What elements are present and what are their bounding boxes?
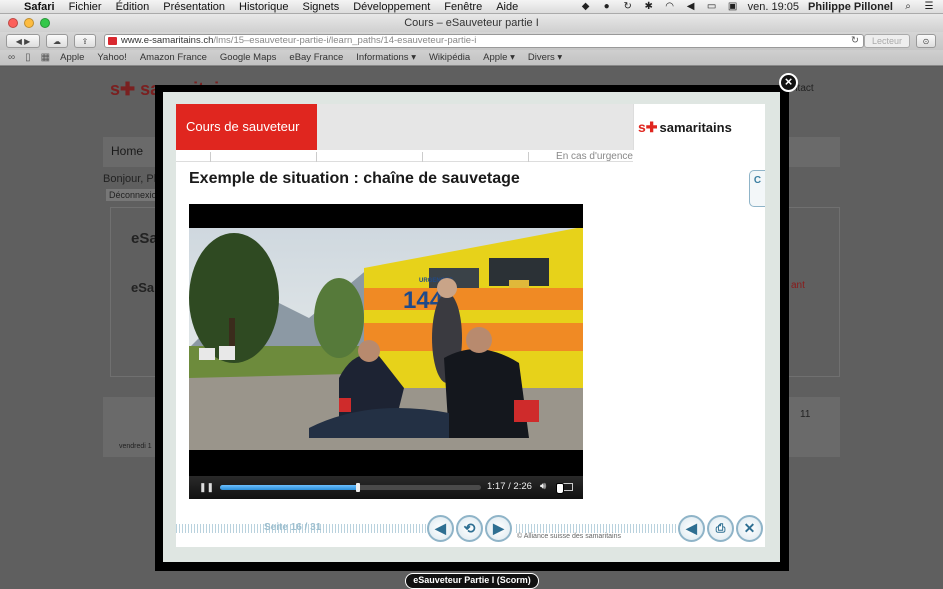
icloud-tabs-button[interactable]: ☁ — [46, 34, 68, 48]
sound-button[interactable]: ◀ — [678, 515, 705, 542]
bg-red-link: ant — [791, 280, 805, 291]
sync-icon[interactable]: ↻ — [622, 2, 634, 12]
minimize-window-button[interactable] — [24, 18, 34, 28]
growl-icon[interactable]: ● — [601, 2, 613, 12]
bookmark-item[interactable]: Informations ▾ — [356, 52, 416, 63]
back-forward-buttons[interactable]: ◀ ▶ — [6, 34, 40, 48]
window-title: Cours – eSauveteur partie I — [404, 17, 539, 29]
bookmark-item[interactable]: Wikipédia — [429, 52, 470, 63]
slide-title: Exemple de situation : chaîne de sauveta… — [189, 170, 520, 187]
scorm-tab[interactable]: eSauveteur Partie I (Scorm) — [405, 573, 539, 589]
volume-menu-icon[interactable]: ◀ — [685, 2, 697, 12]
bg-section-title: eSa — [131, 280, 155, 295]
copyright-text: © Alliance suisse des samaritains — [517, 533, 621, 540]
volume-icon[interactable]: 🔊︎ — [540, 481, 546, 492]
bookmark-item[interactable]: Divers ▾ — [528, 52, 562, 63]
battery-icon[interactable]: ▭ — [706, 2, 718, 12]
menu-edition[interactable]: Édition — [116, 1, 150, 13]
wifi-icon[interactable]: ◠ — [664, 2, 676, 12]
samaritains-mark-icon: s✚ — [638, 118, 658, 135]
address-bar[interactable]: www.e-samaritains.ch/lms/15–esauveteur-p… — [104, 34, 864, 48]
video-time-separator: / — [508, 481, 511, 492]
flag-icon[interactable]: ▣ — [727, 2, 739, 12]
url-path: /lms/15–esauveteur-partie-i/learn_paths/… — [213, 35, 477, 46]
share-button[interactable]: ⇪ — [74, 34, 96, 48]
video-progress-fill — [220, 485, 359, 490]
bookmark-item[interactable]: Google Maps — [220, 52, 277, 63]
bookmark-item[interactable]: Apple — [60, 52, 84, 63]
bookmarks-bar: ∞ ▯ ▦ Apple Yahoo! Amazon France Google … — [0, 50, 943, 66]
bg-footer-count: 11 — [800, 409, 811, 420]
reader-button[interactable]: Lecteur — [864, 34, 910, 48]
next-page-button[interactable]: ▶︎ — [485, 515, 512, 542]
course-header-label: Cours de sauveteur — [176, 104, 317, 150]
video-progress-handle[interactable] — [356, 483, 361, 492]
nav-stripes — [516, 524, 676, 533]
course-slide: Cours de sauveteur En cas d'urgence s✚ s… — [176, 104, 765, 547]
window-titlebar: Cours – eSauveteur partie I — [0, 14, 943, 32]
bg-section-title: eSa — [131, 230, 158, 247]
samaritains-wordmark: samaritains — [659, 119, 732, 135]
menubar-user[interactable]: Philippe Pillonel — [808, 1, 893, 13]
menu-fichier[interactable]: Fichier — [69, 1, 102, 13]
video-scene-image: 144 URGENCES — [189, 228, 583, 450]
mouse-pointer — [556, 483, 564, 494]
close-window-button[interactable] — [8, 18, 18, 28]
menu-safari[interactable]: Safari — [24, 1, 55, 13]
video-duration: 2:26 — [513, 481, 532, 492]
notification-center-icon[interactable]: ☰ — [923, 2, 935, 12]
video-elapsed: 1:17 — [487, 481, 506, 492]
video-frame: 144 URGENCES — [189, 228, 583, 450]
video-player[interactable]: 144 URGENCES ❚❚ 1:17 / 2:26 🔊︎ — [189, 204, 583, 499]
pause-icon[interactable]: ❚❚ — [199, 482, 214, 492]
browser-toolbar: ◀ ▶ ☁ ⇪ www.e-samaritains.ch/lms/15–esau… — [0, 32, 943, 50]
side-panel-tab[interactable]: C — [749, 170, 765, 207]
bg-footer-date: vendredi 1 — [119, 443, 152, 450]
bookmark-item[interactable]: eBay France — [289, 52, 343, 63]
video-time: 1:17 / 2:26 — [487, 481, 532, 492]
print-button[interactable]: ⎙ — [707, 515, 734, 542]
video-progress-bar[interactable] — [220, 485, 481, 490]
menu-bar: Safari Fichier Édition Présentation Hist… — [0, 0, 943, 14]
menu-fenetre[interactable]: Fenêtre — [444, 1, 482, 13]
bookmark-item[interactable]: Yahoo! — [97, 52, 126, 63]
menu-signets[interactable]: Signets — [303, 1, 340, 13]
top-sites-icon[interactable]: ▦ — [41, 52, 50, 63]
menu-developpement[interactable]: Développement — [353, 1, 430, 13]
url-host: www.e-samaritains.ch — [121, 35, 214, 46]
exit-button[interactable]: ✕ — [736, 515, 763, 542]
menubar-clock[interactable]: ven. 19:05 — [748, 1, 799, 13]
page-counter: Seite 16 / 31 — [264, 522, 322, 533]
bluetooth-icon[interactable]: ✱ — [643, 2, 655, 12]
course-header-band — [317, 104, 633, 150]
samaritains-logo: s✚ samaritains — [633, 104, 765, 150]
bookmarks-icon[interactable]: ▯ — [25, 52, 31, 63]
bg-home-link: Home — [111, 144, 144, 158]
reading-list-icon[interactable]: ∞ — [8, 52, 15, 63]
emergency-link[interactable]: En cas d'urgence — [548, 150, 633, 164]
site-favicon-icon — [108, 37, 117, 45]
spotlight-icon[interactable]: ⌕ — [902, 2, 914, 12]
prev-page-button[interactable]: ◀︎ — [427, 515, 454, 542]
bookmark-item[interactable]: Amazon France — [140, 52, 207, 63]
reload-icon[interactable]: ↻ — [851, 35, 859, 47]
bookmark-item[interactable]: Apple ▾ — [483, 52, 515, 63]
menu-presentation[interactable]: Présentation — [163, 1, 225, 13]
video-controls: ❚❚ 1:17 / 2:26 🔊︎ — [189, 476, 583, 499]
menu-historique[interactable]: Historique — [239, 1, 289, 13]
replay-button[interactable]: ⟲ — [456, 515, 483, 542]
menu-aide[interactable]: Aide — [496, 1, 518, 13]
dropbox-icon[interactable]: ◆ — [580, 2, 592, 12]
zoom-window-button[interactable] — [40, 18, 50, 28]
downloads-button[interactable]: ⊙ — [916, 34, 936, 48]
close-lightbox-button[interactable]: × — [779, 73, 798, 92]
slide-navigation: Seite 16 / 31 ◀︎ ⟲ ▶︎ © Alliance suisse … — [176, 514, 765, 544]
bg-greeting: Bonjour, Ph — [103, 173, 160, 185]
